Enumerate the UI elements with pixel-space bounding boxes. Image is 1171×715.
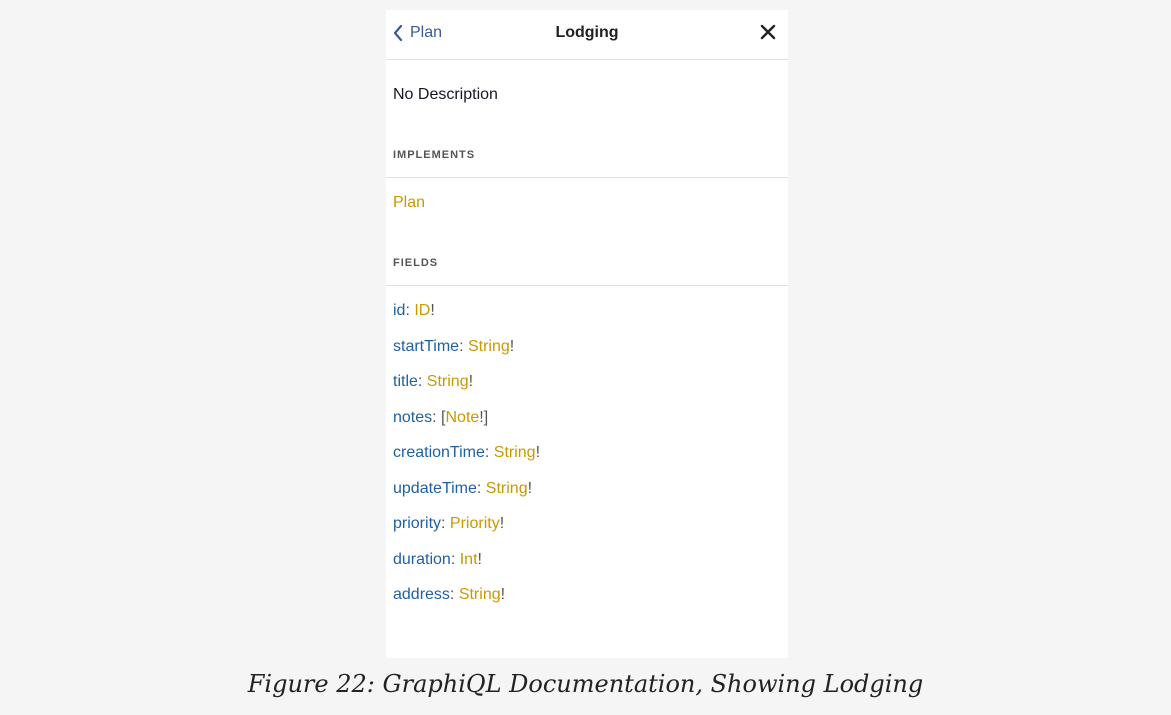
type-link[interactable]: Plan bbox=[393, 194, 425, 211]
field-name[interactable]: duration bbox=[393, 551, 451, 568]
field-type-link[interactable]: Note bbox=[445, 409, 479, 426]
field-colon: : bbox=[484, 444, 494, 461]
field-row: duration: Int! bbox=[393, 550, 482, 570]
type-suffix: ! bbox=[499, 515, 505, 532]
type-suffix: ! bbox=[430, 302, 435, 319]
field-colon: : bbox=[405, 302, 415, 319]
field-name[interactable]: creationTime bbox=[393, 444, 485, 461]
divider bbox=[386, 285, 788, 286]
field-row: creationTime: String! bbox=[393, 443, 540, 463]
field-type-link[interactable]: String bbox=[459, 586, 501, 603]
figure-caption: Figure 22: GraphiQL Documentation, Showi… bbox=[247, 670, 924, 698]
type-suffix: ! bbox=[477, 551, 482, 568]
field-name[interactable]: priority bbox=[393, 515, 441, 532]
field-name[interactable]: address bbox=[393, 586, 450, 603]
field-type-link[interactable]: Priority bbox=[450, 515, 500, 532]
field-colon: : bbox=[417, 373, 427, 390]
type-suffix: !] bbox=[479, 409, 489, 426]
implements-item[interactable]: Plan bbox=[393, 194, 425, 212]
type-suffix: ! bbox=[527, 480, 533, 497]
type-description: No Description bbox=[393, 86, 498, 103]
page-title: Lodging bbox=[555, 24, 619, 41]
field-colon: : bbox=[449, 586, 459, 603]
field-colon: : bbox=[459, 338, 468, 355]
field-type-link[interactable]: Int bbox=[460, 551, 478, 568]
field-row: updateTime: String! bbox=[393, 479, 532, 499]
field-name[interactable]: notes bbox=[393, 409, 432, 426]
close-icon[interactable] bbox=[760, 23, 776, 41]
doc-explorer-panel: Plan Lodging No Description IMPLEMENTS P… bbox=[386, 10, 788, 658]
field-row: notes: [Note!] bbox=[393, 408, 488, 428]
field-colon: : bbox=[432, 409, 442, 426]
field-name[interactable]: startTime bbox=[393, 338, 459, 355]
field-row: priority: Priority! bbox=[393, 514, 504, 534]
field-row: startTime: String! bbox=[393, 337, 514, 357]
field-type-link[interactable]: String bbox=[427, 373, 469, 390]
type-suffix: ! bbox=[500, 586, 506, 603]
field-colon: : bbox=[450, 551, 460, 568]
field-type-link[interactable]: String bbox=[486, 480, 528, 497]
field-row: address: String! bbox=[393, 585, 505, 605]
field-row: title: String! bbox=[393, 372, 473, 392]
field-colon: : bbox=[476, 480, 486, 497]
field-type-link[interactable]: String bbox=[494, 444, 536, 461]
field-colon: : bbox=[441, 515, 450, 532]
field-name[interactable]: id bbox=[393, 302, 405, 319]
field-name[interactable]: title bbox=[393, 373, 418, 390]
field-row: id: ID! bbox=[393, 301, 435, 321]
type-suffix: ! bbox=[468, 373, 474, 390]
field-type-link[interactable]: String bbox=[468, 338, 510, 355]
type-suffix: ! bbox=[509, 338, 515, 355]
divider bbox=[386, 177, 788, 178]
type-suffix: ! bbox=[535, 444, 541, 461]
field-type-link[interactable]: ID bbox=[414, 302, 430, 319]
fields-heading: FIELDS bbox=[393, 257, 439, 269]
field-name[interactable]: updateTime bbox=[393, 480, 477, 497]
doc-explorer-header: Plan Lodging bbox=[386, 10, 788, 60]
implements-heading: IMPLEMENTS bbox=[393, 149, 476, 161]
